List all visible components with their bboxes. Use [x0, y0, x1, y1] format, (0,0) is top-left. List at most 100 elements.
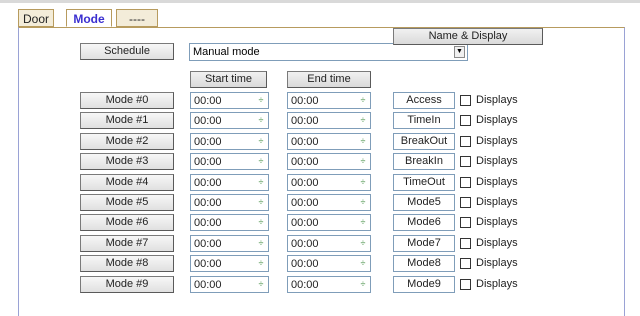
start-time-input[interactable]: 00:00 ÷ [190, 133, 269, 150]
spinner-icon[interactable]: ÷ [358, 155, 368, 168]
end-time-input[interactable]: 00:00 ÷ [287, 194, 371, 211]
spinner-icon[interactable]: ÷ [358, 94, 368, 107]
mode-name-input[interactable]: Mode9 [393, 276, 455, 293]
schedule-select[interactable]: Manual mode ▼ [189, 43, 468, 61]
start-time-header[interactable]: Start time [190, 71, 267, 88]
displays-label: Displays [476, 216, 518, 228]
displays-checkbox[interactable] [460, 279, 471, 290]
displays-label: Displays [476, 196, 518, 208]
mode-name-input[interactable]: BreakIn [393, 153, 455, 170]
start-time-value: 00:00 [194, 217, 222, 229]
tab-mode[interactable]: Mode [66, 9, 112, 27]
displays-checkbox[interactable] [460, 136, 471, 147]
displays-checkbox[interactable] [460, 217, 471, 228]
start-time-value: 00:00 [194, 95, 222, 107]
end-time-input[interactable]: 00:00 ÷ [287, 133, 371, 150]
displays-checkbox[interactable] [460, 156, 471, 167]
spinner-icon[interactable]: ÷ [256, 257, 266, 270]
mode-name-input[interactable]: Mode6 [393, 214, 455, 231]
tab-door[interactable]: Door [18, 9, 54, 27]
spinner-icon[interactable]: ÷ [358, 257, 368, 270]
spinner-icon[interactable]: ÷ [256, 176, 266, 189]
spinner-icon[interactable]: ÷ [256, 278, 266, 291]
end-time-input[interactable]: 00:00 ÷ [287, 235, 371, 252]
displays-checkbox[interactable] [460, 238, 471, 249]
spinner-icon[interactable]: ÷ [358, 216, 368, 229]
spinner-icon[interactable]: ÷ [358, 196, 368, 209]
displays-checkbox[interactable] [460, 177, 471, 188]
displays-label: Displays [476, 278, 518, 290]
spinner-icon[interactable]: ÷ [256, 237, 266, 250]
displays-label: Displays [476, 176, 518, 188]
end-time-value: 00:00 [291, 217, 319, 229]
start-time-input[interactable]: 00:00 ÷ [190, 92, 269, 109]
end-time-value: 00:00 [291, 156, 319, 168]
end-time-input[interactable]: 00:00 ÷ [287, 153, 371, 170]
end-time-input[interactable]: 00:00 ÷ [287, 276, 371, 293]
end-time-value: 00:00 [291, 136, 319, 148]
start-time-input[interactable]: 00:00 ÷ [190, 174, 269, 191]
mode-name-input[interactable]: TimeIn [393, 112, 455, 129]
mode-button[interactable]: Mode #3 [80, 153, 174, 170]
displays-checkbox[interactable] [460, 197, 471, 208]
start-time-input[interactable]: 00:00 ÷ [190, 112, 269, 129]
end-time-header[interactable]: End time [287, 71, 371, 88]
end-time-value: 00:00 [291, 95, 319, 107]
mode-button[interactable]: Mode #8 [80, 255, 174, 272]
mode-name-input[interactable]: BreakOut [393, 133, 455, 150]
mode-name-input[interactable]: Mode5 [393, 194, 455, 211]
mode-name-input[interactable]: Mode7 [393, 235, 455, 252]
start-time-value: 00:00 [194, 279, 222, 291]
tab-more[interactable]: ---- [116, 9, 158, 27]
spinner-icon[interactable]: ÷ [358, 135, 368, 148]
spinner-icon[interactable]: ÷ [256, 155, 266, 168]
displays-checkbox[interactable] [460, 95, 471, 106]
end-time-input[interactable]: 00:00 ÷ [287, 255, 371, 272]
end-time-input[interactable]: 00:00 ÷ [287, 214, 371, 231]
spinner-icon[interactable]: ÷ [358, 237, 368, 250]
spinner-icon[interactable]: ÷ [358, 114, 368, 127]
schedule-button[interactable]: Schedule [80, 43, 174, 60]
spinner-icon[interactable]: ÷ [256, 135, 266, 148]
end-time-value: 00:00 [291, 197, 319, 209]
spinner-icon[interactable]: ÷ [256, 196, 266, 209]
mode-button[interactable]: Mode #5 [80, 194, 174, 211]
start-time-value: 00:00 [194, 258, 222, 270]
end-time-value: 00:00 [291, 238, 319, 250]
start-time-input[interactable]: 00:00 ÷ [190, 235, 269, 252]
mode-button[interactable]: Mode #9 [80, 276, 174, 293]
spinner-icon[interactable]: ÷ [256, 216, 266, 229]
start-time-input[interactable]: 00:00 ÷ [190, 276, 269, 293]
mode-button[interactable]: Mode #6 [80, 214, 174, 231]
mode-name-input[interactable]: Access [393, 92, 455, 109]
mode-button[interactable]: Mode #7 [80, 235, 174, 252]
displays-checkbox[interactable] [460, 258, 471, 269]
end-time-input[interactable]: 00:00 ÷ [287, 112, 371, 129]
end-time-value: 00:00 [291, 177, 319, 189]
spinner-icon[interactable]: ÷ [256, 114, 266, 127]
displays-checkbox[interactable] [460, 115, 471, 126]
mode-button[interactable]: Mode #0 [80, 92, 174, 109]
end-time-value: 00:00 [291, 279, 319, 291]
top-band [0, 0, 640, 3]
end-time-input[interactable]: 00:00 ÷ [287, 174, 371, 191]
mode-name-input[interactable]: TimeOut [393, 174, 455, 191]
spinner-icon[interactable]: ÷ [358, 278, 368, 291]
start-time-input[interactable]: 00:00 ÷ [190, 153, 269, 170]
mode-panel: Schedule Manual mode ▼ Start time End ti… [18, 27, 625, 316]
spinner-icon[interactable]: ÷ [256, 94, 266, 107]
displays-label: Displays [476, 155, 518, 167]
start-time-value: 00:00 [194, 238, 222, 250]
mode-button[interactable]: Mode #1 [80, 112, 174, 129]
chevron-down-icon[interactable]: ▼ [454, 46, 465, 58]
name-display-header[interactable]: Name & Display [393, 28, 543, 45]
start-time-value: 00:00 [194, 156, 222, 168]
spinner-icon[interactable]: ÷ [358, 176, 368, 189]
start-time-input[interactable]: 00:00 ÷ [190, 255, 269, 272]
mode-button[interactable]: Mode #4 [80, 174, 174, 191]
start-time-input[interactable]: 00:00 ÷ [190, 214, 269, 231]
end-time-input[interactable]: 00:00 ÷ [287, 92, 371, 109]
mode-button[interactable]: Mode #2 [80, 133, 174, 150]
mode-name-input[interactable]: Mode8 [393, 255, 455, 272]
start-time-input[interactable]: 00:00 ÷ [190, 194, 269, 211]
